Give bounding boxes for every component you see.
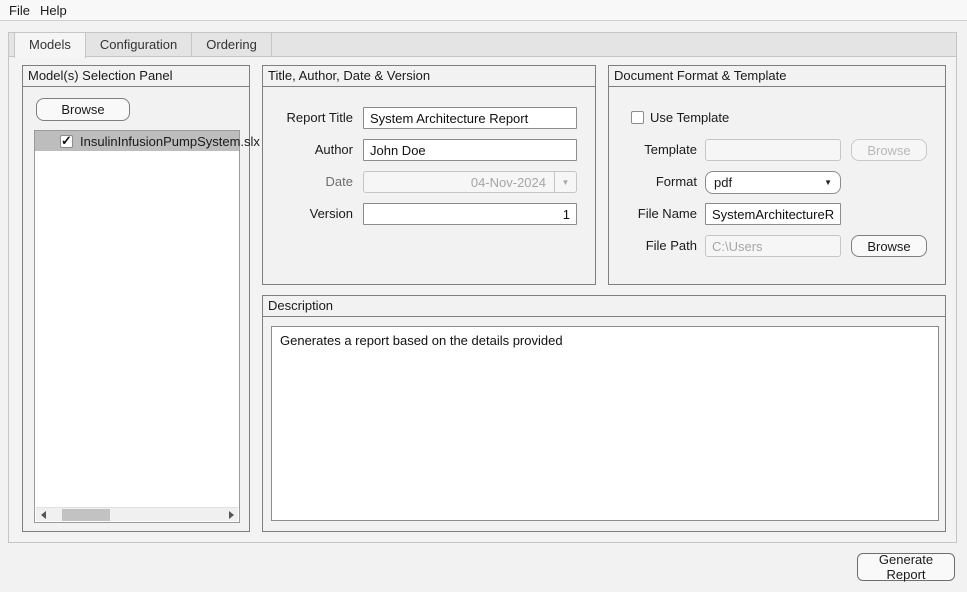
date-label: Date	[265, 171, 353, 193]
title-author-panel: Title, Author, Date & Version Report Tit…	[262, 65, 596, 285]
description-panel: Description Generates a report based on …	[262, 295, 946, 532]
scrollbar-track[interactable]	[50, 508, 224, 522]
model-item-label: InsulinInfusionPumpSystem.slx	[80, 134, 260, 149]
description-panel-title: Description	[263, 296, 945, 317]
author-input[interactable]	[363, 139, 577, 161]
tab-ordering[interactable]: Ordering	[192, 33, 272, 57]
menu-bar: File Help	[0, 0, 967, 21]
models-selection-panel: Model(s) Selection Panel Browse ✓ Insuli…	[22, 65, 250, 532]
title-panel-title: Title, Author, Date & Version	[263, 66, 595, 87]
report-title-label: Report Title	[265, 107, 353, 129]
models-listbox[interactable]: ✓ InsulinInfusionPumpSystem.slx	[34, 130, 240, 523]
app-window: { "menu": { "items": [ { "label": "File"…	[0, 0, 967, 592]
menu-file[interactable]: File	[4, 3, 35, 18]
format-dropdown[interactable]: pdf ▼	[705, 171, 841, 194]
model-checkbox[interactable]: ✓	[60, 135, 73, 148]
scroll-right-icon[interactable]	[224, 508, 238, 522]
file-name-label: File Name	[609, 203, 697, 225]
menu-help[interactable]: Help	[35, 3, 72, 18]
template-input	[705, 139, 841, 161]
use-template-label: Use Template	[650, 111, 729, 125]
use-template-checkbox[interactable]	[631, 111, 644, 124]
tab-strip: Models Configuration Ordering	[9, 33, 956, 57]
version-input[interactable]	[363, 203, 577, 225]
report-title-input[interactable]	[363, 107, 577, 129]
file-path-label: File Path	[609, 235, 697, 257]
format-template-panel: Document Format & Template Use Template …	[608, 65, 946, 285]
version-label: Version	[265, 203, 353, 225]
date-picker: 04-Nov-2024 ▼	[363, 171, 577, 193]
scrollbar-thumb[interactable]	[62, 509, 110, 521]
list-item[interactable]: ✓ InsulinInfusionPumpSystem.slx	[35, 131, 239, 151]
horizontal-scrollbar[interactable]	[36, 507, 238, 521]
author-label: Author	[265, 139, 353, 161]
models-browse-button[interactable]: Browse	[36, 98, 130, 121]
format-dropdown-icon: ▼	[824, 178, 832, 187]
template-browse-button: Browse	[851, 139, 927, 161]
file-path-input	[705, 235, 841, 257]
file-name-input[interactable]	[705, 203, 841, 225]
checkmark-icon: ✓	[61, 133, 72, 149]
date-value: 04-Nov-2024	[364, 175, 554, 190]
scroll-left-icon[interactable]	[36, 508, 50, 522]
tab-configuration[interactable]: Configuration	[86, 33, 192, 57]
generate-report-button[interactable]: Generate Report	[857, 553, 955, 581]
format-value: pdf	[714, 175, 824, 190]
models-panel-title: Model(s) Selection Panel	[23, 66, 249, 87]
tab-models[interactable]: Models	[14, 33, 86, 58]
file-path-browse-button[interactable]: Browse	[851, 235, 927, 257]
date-dropdown-icon: ▼	[554, 172, 576, 192]
format-panel-title: Document Format & Template	[609, 66, 945, 87]
template-label: Template	[609, 139, 697, 161]
format-label: Format	[609, 171, 697, 193]
description-textarea[interactable]: Generates a report based on the details …	[271, 326, 939, 521]
